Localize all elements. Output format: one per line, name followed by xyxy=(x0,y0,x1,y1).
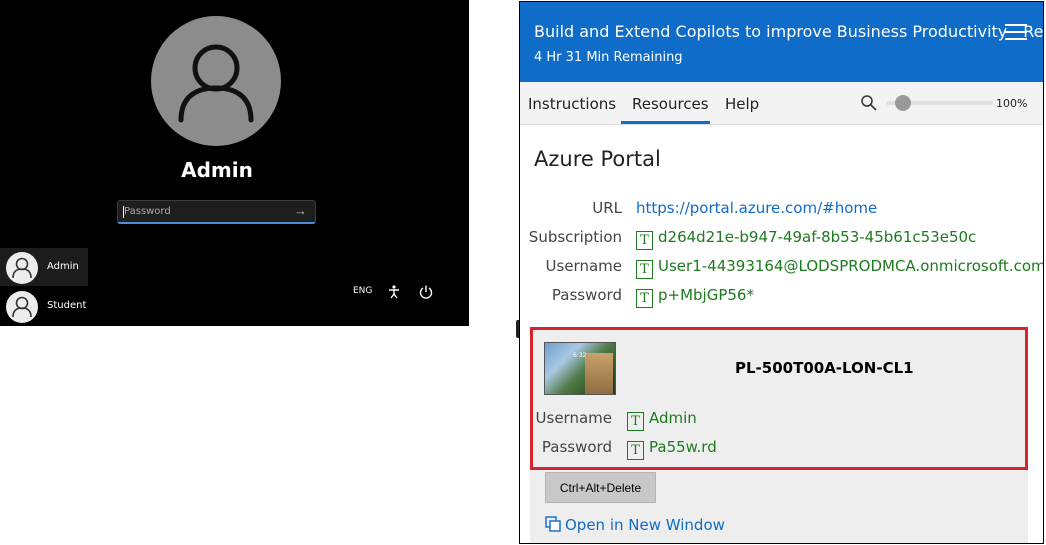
tab-instructions[interactable]: Instructions xyxy=(528,95,616,113)
tab-help[interactable]: Help xyxy=(725,95,759,113)
lab-resources-panel: Build and Extend Copilots to improve Bus… xyxy=(519,1,1044,544)
type-text-icon[interactable]: T xyxy=(636,231,653,250)
accessibility-icon[interactable] xyxy=(386,284,402,300)
password-label: Password xyxy=(551,286,622,304)
zoom-icon xyxy=(861,95,877,111)
vm-password-text[interactable]: Pa55w.rd xyxy=(649,438,717,456)
type-text-icon[interactable]: T xyxy=(627,441,644,460)
vm-username-label: Username xyxy=(535,409,612,427)
vm-username-text[interactable]: Admin xyxy=(649,409,697,427)
person-icon xyxy=(12,296,32,318)
user-avatar xyxy=(151,16,281,146)
submit-arrow-icon[interactable]: → xyxy=(294,203,307,218)
password-input[interactable]: Password → xyxy=(117,200,316,224)
type-text-icon[interactable]: T xyxy=(636,260,653,279)
thumbnail-clock: 6:32 xyxy=(573,352,587,359)
url-label: URL xyxy=(592,199,622,217)
password-placeholder: Password xyxy=(124,206,171,217)
avatar xyxy=(6,291,38,323)
zoom-slider-thumb[interactable] xyxy=(895,95,912,111)
person-icon xyxy=(12,257,32,279)
lab-title: Build and Extend Copilots to improve Bus… xyxy=(534,22,1044,41)
user-switch-admin[interactable]: Admin xyxy=(0,248,88,286)
lock-user-name: Admin xyxy=(181,158,253,182)
avatar xyxy=(6,252,38,284)
time-remaining: 4 Hr 31 Min Remaining xyxy=(534,50,683,65)
username-value[interactable]: T User1-44393164@LODSPRODMCA.onmicrosoft.… xyxy=(636,257,1043,279)
tab-resources[interactable]: Resources xyxy=(632,95,709,113)
power-icon[interactable] xyxy=(418,284,434,300)
type-text-icon[interactable]: T xyxy=(627,412,644,431)
active-tab-indicator xyxy=(621,121,710,124)
vm-name: PL-500T00A-LON-CL1 xyxy=(735,359,914,377)
thumbnail-scenery xyxy=(585,353,613,394)
hamburger-menu-icon[interactable] xyxy=(1005,24,1029,42)
subscription-label: Subscription xyxy=(528,228,622,246)
vm-thumbnail[interactable]: 6:32 xyxy=(544,342,616,395)
password-value[interactable]: Tp+MbjGP56* xyxy=(636,286,754,308)
panel-header: Build and Extend Copilots to improve Bus… xyxy=(520,2,1043,82)
username-label: Username xyxy=(545,257,622,275)
windows-lock-screen: Admin Password → Admin Student ENG xyxy=(0,0,469,326)
user-switch-label: Admin xyxy=(47,261,79,272)
open-new-label[interactable]: Open in New Window xyxy=(565,516,725,534)
ctrl-alt-delete-button[interactable]: Ctrl+Alt+Delete xyxy=(545,472,656,503)
subscription-text[interactable]: d264d21e-b947-49af-8b53-45b61c53e50c xyxy=(658,228,976,246)
user-switch-label: Student xyxy=(47,300,87,311)
vm-username-value[interactable]: T Admin xyxy=(627,409,697,431)
vm-password-value[interactable]: T Pa55w.rd xyxy=(627,438,717,460)
person-icon xyxy=(178,44,254,123)
user-switch-student[interactable]: Student xyxy=(0,287,88,325)
open-in-new-window-link[interactable]: Open in New Window xyxy=(545,516,725,534)
type-text-icon[interactable]: T xyxy=(636,289,653,308)
zoom-level: 100% xyxy=(996,97,1028,110)
vm-password-label: Password xyxy=(541,438,612,456)
section-title: Azure Portal xyxy=(534,147,661,171)
language-indicator[interactable]: ENG xyxy=(353,286,372,296)
username-text[interactable]: User1-44393164@LODSPRODMCA.onmicrosoft.c… xyxy=(658,257,1043,275)
password-text[interactable]: p+MbjGP56* xyxy=(658,286,754,304)
subscription-value[interactable]: Td264d21e-b947-49af-8b53-45b61c53e50c xyxy=(636,228,976,250)
new-window-icon xyxy=(545,516,561,532)
portal-url-link[interactable]: https://portal.azure.com/#home xyxy=(636,199,877,217)
